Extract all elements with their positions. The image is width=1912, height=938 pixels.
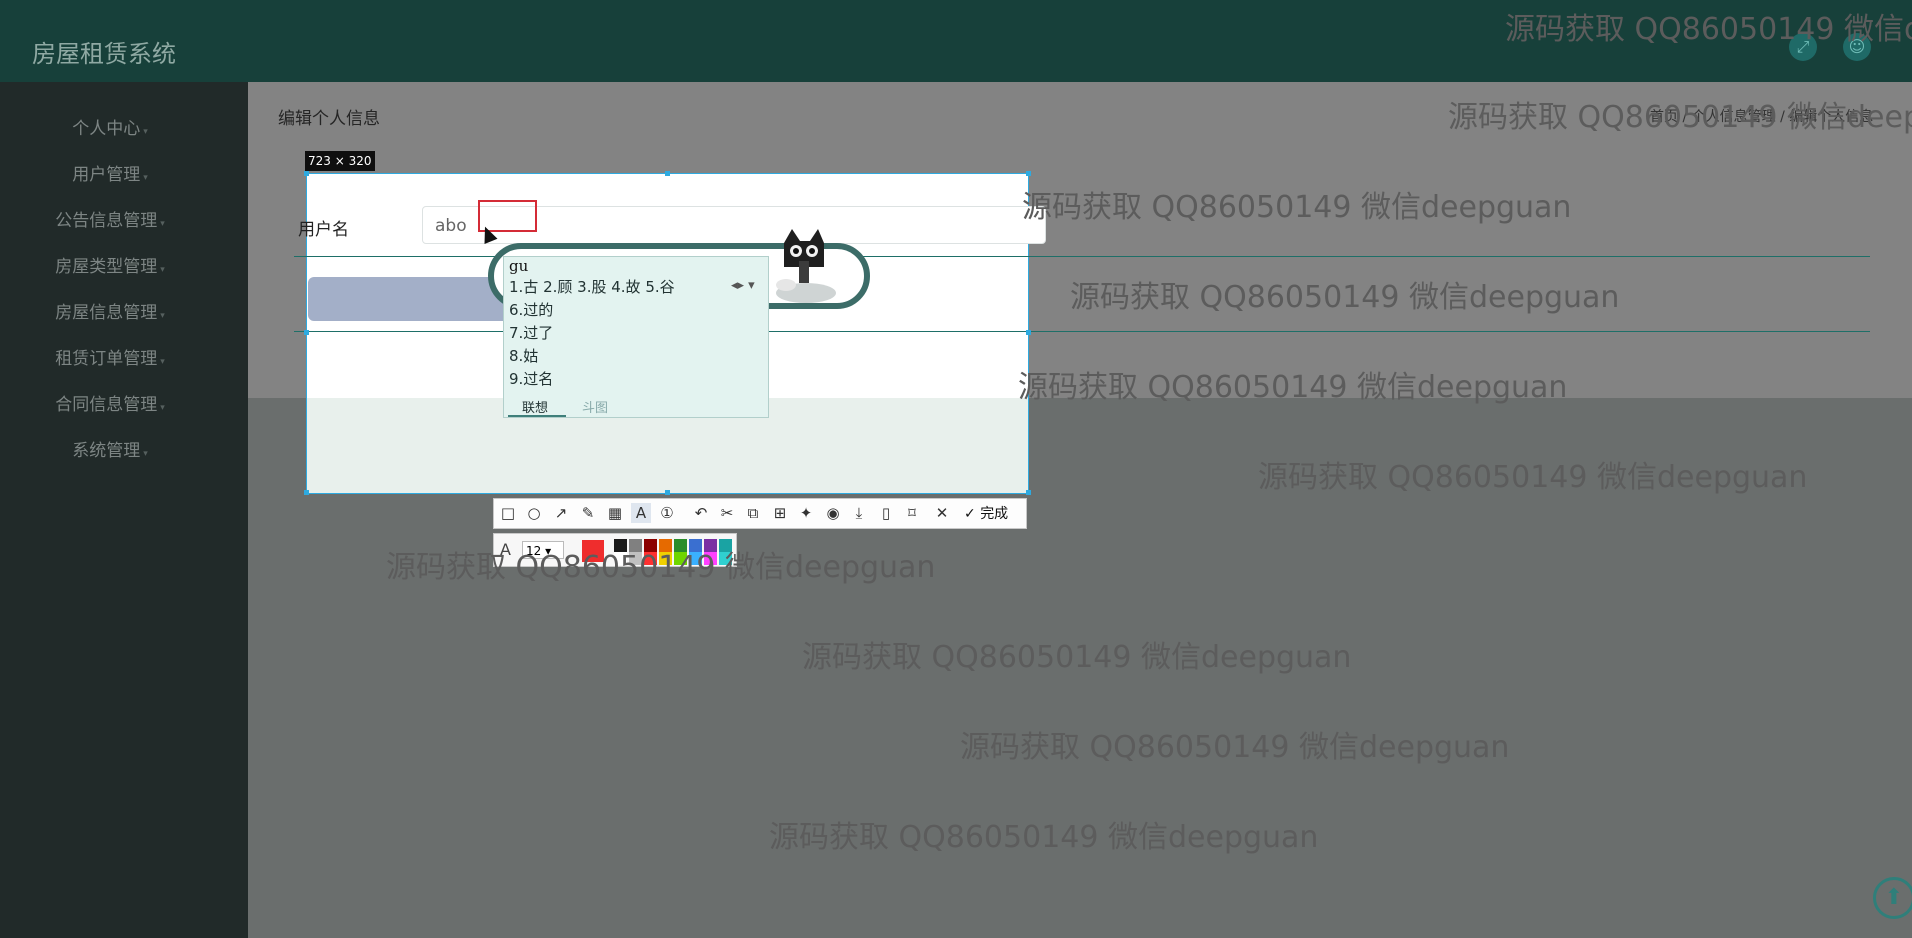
scissors-icon[interactable]: ✂ bbox=[717, 503, 737, 523]
ime-candidate-row[interactable]: 1.古 2.顾 3.股 4.故 5.谷 bbox=[509, 276, 675, 297]
close-icon[interactable]: ✕ bbox=[932, 503, 952, 523]
ocr-icon[interactable]: ⊞ bbox=[770, 503, 790, 523]
watermark: 源码获取 QQ86050149 微信deepguan bbox=[769, 820, 1319, 855]
sidebar-item-rental-order-management[interactable]: 租赁订单管理 ▾ bbox=[0, 344, 220, 369]
watermark: 源码获取 QQ86050149 微信deepguan bbox=[1022, 190, 1572, 225]
sidebar-item-user-management[interactable]: 用户管理 ▾ bbox=[0, 160, 220, 185]
sidebar-item-personal-center[interactable]: 个人中心 ▾ bbox=[0, 114, 220, 139]
bookmark-icon[interactable]: ⌑ bbox=[902, 503, 922, 523]
resize-handle[interactable] bbox=[304, 490, 309, 495]
text-icon[interactable]: A bbox=[631, 503, 651, 523]
username-value: abo bbox=[435, 216, 467, 236]
ime-candidate[interactable]: 8.姑 bbox=[509, 345, 538, 366]
page-title: 编辑个人信息 bbox=[278, 109, 380, 129]
ime-candidate[interactable]: 6.过的 bbox=[509, 299, 553, 320]
sidebar-item-house-type-management[interactable]: 房屋类型管理 ▾ bbox=[0, 252, 220, 277]
ime-candidate[interactable]: 7.过了 bbox=[509, 322, 553, 343]
scroll-to-top-button[interactable]: ⬆ bbox=[1873, 877, 1912, 919]
tack-icon[interactable]: ✦ bbox=[796, 503, 816, 523]
watermark: 源码获取 QQ86050149 微信deepguan bbox=[1070, 280, 1620, 315]
ime-tab-indicator bbox=[508, 415, 566, 417]
download-icon[interactable]: ⤓ bbox=[849, 503, 869, 523]
resize-handle[interactable] bbox=[1026, 490, 1031, 495]
sidebar-item-notice-management[interactable]: 公告信息管理 ▾ bbox=[0, 206, 220, 231]
resize-handle[interactable] bbox=[665, 490, 670, 495]
ime-page-arrows-icon[interactable]: ◂▸ ▾ bbox=[731, 278, 755, 293]
watermark: 源码获取 QQ86050149 微信deepguan bbox=[1448, 100, 1912, 135]
ime-candidate[interactable]: 9.过名 bbox=[509, 368, 553, 389]
screenshot-toolbar: □ ○ ↗ ✎ ▦ A ① ↶ ✂ ⧉ ⊞ ✦ ◉ ⤓ ▯ ⌑ ✕ ✓ 完成 bbox=[493, 498, 1027, 529]
pen-icon[interactable]: ✎ bbox=[578, 503, 598, 523]
resize-handle[interactable] bbox=[1026, 330, 1031, 335]
sidebar-item-contract-management[interactable]: 合同信息管理 ▾ bbox=[0, 390, 220, 415]
watermark: 源码获取 QQ86050149 微信deepguan bbox=[386, 550, 936, 585]
done-button[interactable]: ✓ 完成 bbox=[964, 503, 1008, 523]
undo-icon[interactable]: ↶ bbox=[691, 503, 711, 523]
record-icon[interactable]: ◉ bbox=[823, 503, 843, 523]
cat-mascot-icon bbox=[776, 229, 836, 303]
watermark: 源码获取 QQ86050149 微信deepguan bbox=[802, 640, 1352, 675]
pin-icon[interactable]: ⧉ bbox=[743, 503, 763, 523]
resize-handle[interactable] bbox=[665, 171, 670, 176]
save-icon[interactable]: ▯ bbox=[876, 503, 896, 523]
resize-handle[interactable] bbox=[304, 171, 309, 176]
watermark: 源码获取 QQ86050149 微信deepguan bbox=[1258, 460, 1808, 495]
mosaic-icon[interactable]: ▦ bbox=[605, 503, 625, 523]
arrow-up-icon: ⬆ bbox=[1884, 885, 1904, 910]
check-icon: ✓ bbox=[964, 506, 976, 522]
watermark: 源码获取 QQ86050149 微信deepguan bbox=[1018, 370, 1568, 405]
watermark: 源码获取 QQ86050149 微信deepguan bbox=[960, 730, 1510, 765]
resize-handle[interactable] bbox=[304, 330, 309, 335]
ellipse-icon[interactable]: ○ bbox=[524, 503, 544, 523]
number-icon[interactable]: ① bbox=[657, 503, 677, 523]
username-label: 用户名 bbox=[298, 220, 349, 240]
watermark: 源码获取 QQ86050149 微信deepguan bbox=[1505, 12, 1912, 47]
capture-size-label: 723 × 320 bbox=[305, 151, 375, 171]
rectangle-icon[interactable]: □ bbox=[498, 503, 518, 523]
ime-tab-sticker[interactable]: 斗图 bbox=[582, 397, 608, 416]
resize-handle[interactable] bbox=[1026, 171, 1031, 176]
arrow-icon[interactable]: ↗ bbox=[551, 503, 571, 523]
sidebar-item-system-management[interactable]: 系统管理 ▾ bbox=[0, 436, 220, 461]
app-title: 房屋租赁系统 bbox=[32, 40, 176, 68]
ime-candidate-window[interactable]: gu 1.古 2.顾 3.股 4.故 5.谷 6.过的 7.过了 8.姑 9.过… bbox=[503, 256, 769, 418]
ime-tab-association[interactable]: 联想 bbox=[522, 397, 548, 416]
ime-pinyin: gu bbox=[509, 257, 529, 275]
sidebar-item-house-info-management[interactable]: 房屋信息管理 ▾ bbox=[0, 298, 220, 323]
